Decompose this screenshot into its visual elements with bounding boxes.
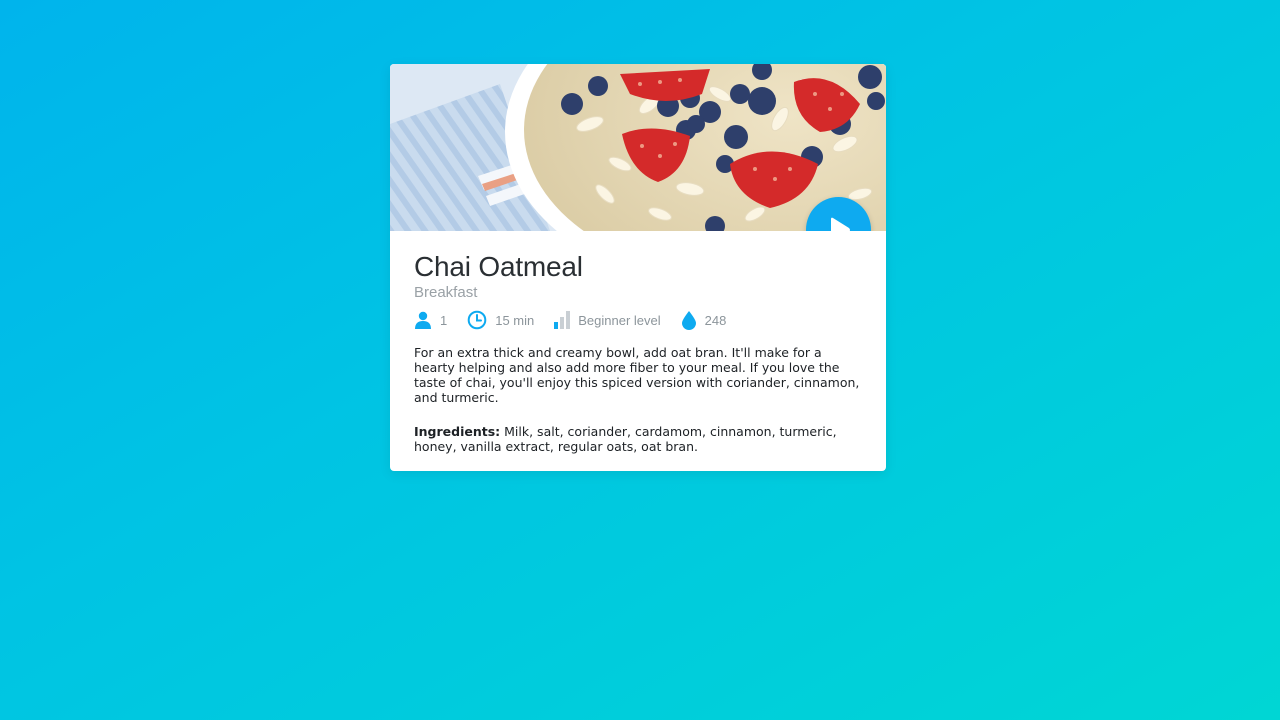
recipe-card: Chai Oatmeal Breakfast 1 15 min Beginner… [390,64,886,471]
level-value: Beginner level [578,312,661,328]
recipe-description: For an extra thick and creamy bowl, add … [414,345,860,405]
ingredients-label: Ingredients: [414,424,501,439]
recipe-image [390,64,886,231]
play-icon [830,217,850,231]
recipe-meta: 1 15 min Beginner level 248 [414,309,864,331]
recipe-category: Breakfast [414,284,478,301]
meta-level: Beginner level [554,311,661,329]
oatmeal-bowl-image [390,64,886,231]
servings-value: 1 [440,312,448,328]
time-value: 15 min [495,312,535,328]
signal-bars-icon [554,311,571,329]
recipe-title: Chai Oatmeal [414,251,583,282]
person-icon [415,311,431,329]
meta-servings: 1 [414,311,447,329]
calories-value: 248 [704,312,727,328]
clock-icon [467,310,487,330]
drop-icon [681,311,696,330]
meta-calories: 248 [681,310,727,330]
recipe-ingredients: Ingredients: Milk, salt, coriander, card… [414,424,864,454]
recipe-content: Chai Oatmeal Breakfast 1 15 min Beginner… [414,251,864,454]
meta-time: 15 min [467,310,534,330]
